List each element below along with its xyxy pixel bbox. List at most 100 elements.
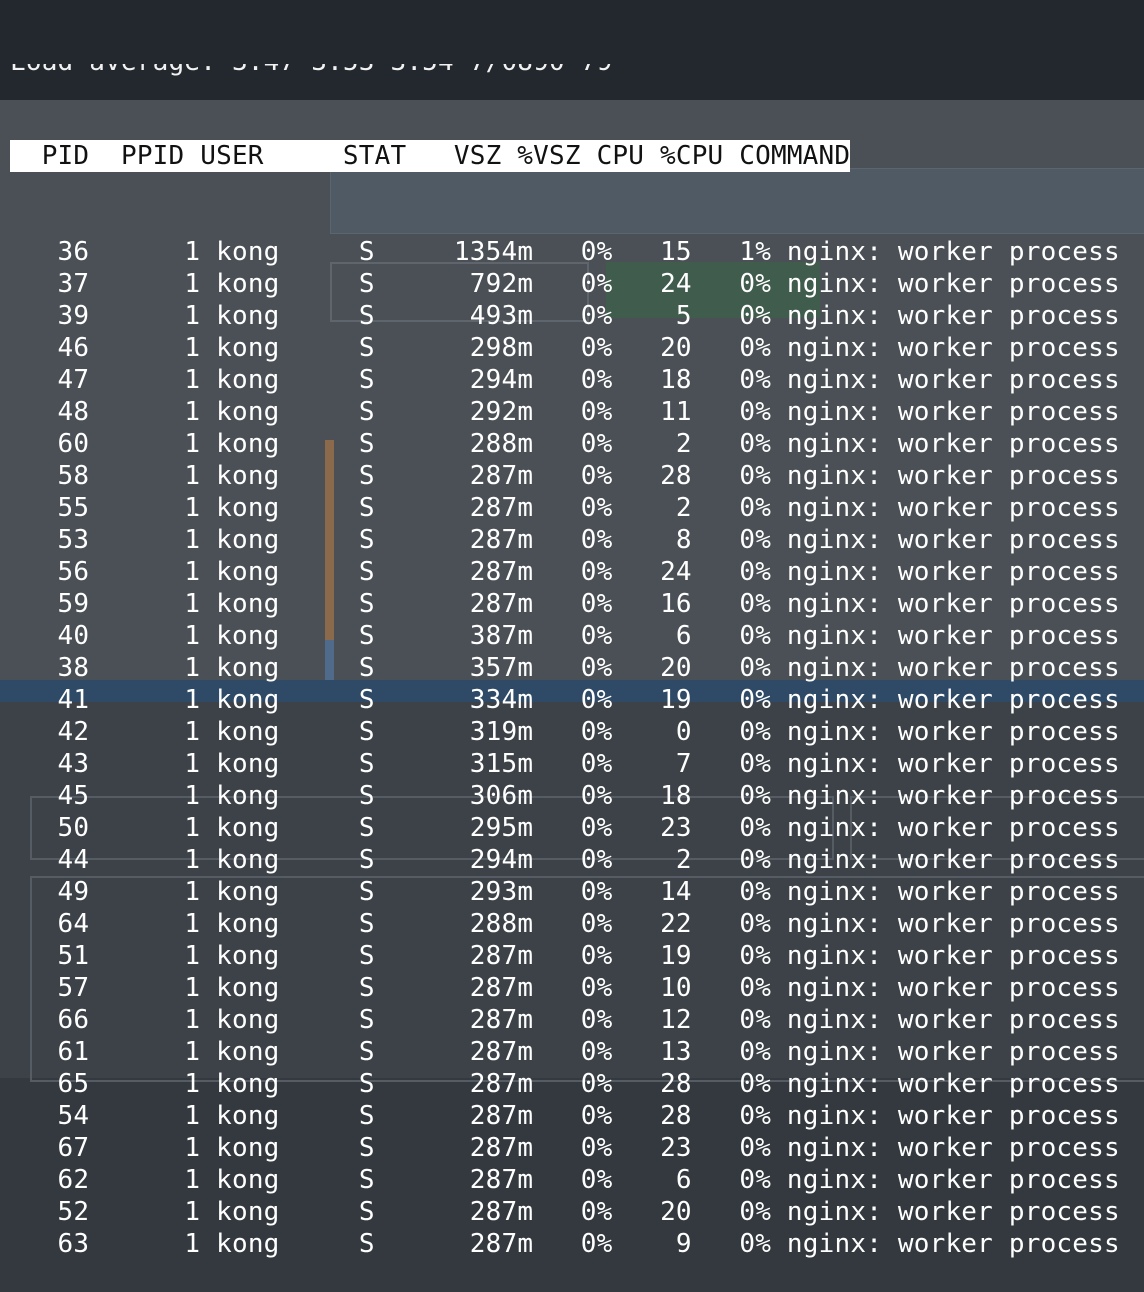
process-pcpu: 0% [707, 941, 772, 971]
process-pid: 66 [10, 1005, 90, 1035]
process-cpu: 28 [628, 1069, 692, 1099]
process-vsz: 287m [438, 525, 534, 555]
process-pid: 65 [10, 1069, 90, 1099]
process-user: kong [216, 1101, 343, 1131]
process-ppid: 1 [105, 1197, 201, 1227]
process-row: 44 1 kong S 294m 0% 2 0% nginx: worker p… [10, 844, 1144, 876]
process-pid: 40 [10, 621, 90, 651]
process-stat: S [358, 941, 423, 971]
process-user: kong [216, 1133, 343, 1163]
process-row: 38 1 kong S 357m 0% 20 0% nginx: worker … [10, 652, 1144, 684]
process-pvsz: 0% [549, 653, 613, 683]
process-pid: 51 [10, 941, 90, 971]
process-cpu: 20 [628, 1197, 692, 1227]
process-vsz: 287m [438, 1005, 534, 1035]
process-command: nginx: worker process [786, 557, 1120, 587]
process-user: kong [216, 493, 343, 523]
process-row: 46 1 kong S 298m 0% 20 0% nginx: worker … [10, 332, 1144, 364]
process-cpu: 8 [628, 525, 692, 555]
process-pcpu: 0% [707, 717, 772, 747]
process-pvsz: 0% [549, 1101, 613, 1131]
process-table-header: PID PPID USER STAT VSZ %VSZ CPU %CPU COM… [10, 140, 851, 172]
process-stat: S [358, 429, 423, 459]
process-pcpu: 0% [707, 1229, 772, 1259]
process-user: kong [216, 397, 343, 427]
process-row: 43 1 kong S 315m 0% 7 0% nginx: worker p… [10, 748, 1144, 780]
process-pvsz: 0% [549, 397, 613, 427]
process-pvsz: 0% [549, 301, 613, 331]
process-ppid: 1 [105, 301, 201, 331]
process-pid: 44 [10, 845, 90, 875]
process-pcpu: 0% [707, 781, 772, 811]
process-user: kong [216, 1069, 343, 1099]
process-stat: S [358, 973, 423, 1003]
process-row: 62 1 kong S 287m 0% 6 0% nginx: worker p… [10, 1164, 1144, 1196]
process-cpu: 7 [628, 749, 692, 779]
process-command: nginx: worker process [786, 1229, 1120, 1259]
process-cpu: 10 [628, 973, 692, 1003]
process-stat: S [358, 557, 423, 587]
process-stat: S [358, 1229, 423, 1259]
process-vsz: 334m [438, 685, 534, 715]
process-pid: 59 [10, 589, 90, 619]
process-ppid: 1 [105, 1133, 201, 1163]
process-ppid: 1 [105, 877, 201, 907]
process-row: 57 1 kong S 287m 0% 10 0% nginx: worker … [10, 972, 1144, 1004]
process-pvsz: 0% [549, 589, 613, 619]
process-cpu: 28 [628, 1101, 692, 1131]
process-vsz: 287m [438, 1101, 534, 1131]
process-pid: 42 [10, 717, 90, 747]
process-pvsz: 0% [549, 1165, 613, 1195]
process-command: nginx: worker process [786, 1197, 1120, 1227]
process-row: 60 1 kong S 288m 0% 2 0% nginx: worker p… [10, 428, 1144, 460]
process-pcpu: 0% [707, 589, 772, 619]
process-command: nginx: worker process [786, 781, 1120, 811]
process-pcpu: 0% [707, 365, 772, 395]
process-command: nginx: worker process [786, 845, 1120, 875]
process-ppid: 1 [105, 1165, 201, 1195]
process-stat: S [358, 621, 423, 651]
process-stat: S [358, 1133, 423, 1163]
process-pcpu: 0% [707, 1069, 772, 1099]
process-row: 59 1 kong S 287m 0% 16 0% nginx: worker … [10, 588, 1144, 620]
process-vsz: 287m [438, 589, 534, 619]
process-row: 41 1 kong S 334m 0% 19 0% nginx: worker … [10, 684, 1144, 716]
process-command: nginx: worker process [786, 493, 1120, 523]
process-user: kong [216, 877, 343, 907]
process-pid: 38 [10, 653, 90, 683]
process-pcpu: 0% [707, 877, 772, 907]
process-vsz: 357m [438, 653, 534, 683]
process-user: kong [216, 365, 343, 395]
process-stat: S [358, 365, 423, 395]
process-cpu: 24 [628, 557, 692, 587]
process-vsz: 319m [438, 717, 534, 747]
process-stat: S [358, 1005, 423, 1035]
process-cpu: 6 [628, 621, 692, 651]
process-user: kong [216, 237, 343, 267]
process-pcpu: 0% [707, 1101, 772, 1131]
process-list: 36 1 kong S 1354m 0% 15 1% nginx: worker… [10, 236, 1144, 1260]
process-stat: S [358, 301, 423, 331]
process-row: 49 1 kong S 293m 0% 14 0% nginx: worker … [10, 876, 1144, 908]
process-pvsz: 0% [549, 1005, 613, 1035]
process-command: nginx: worker process [786, 365, 1120, 395]
process-row: 66 1 kong S 287m 0% 12 0% nginx: worker … [10, 1004, 1144, 1036]
process-vsz: 298m [438, 333, 534, 363]
process-cpu: 24 [628, 269, 692, 299]
process-pid: 54 [10, 1101, 90, 1131]
process-stat: S [358, 1165, 423, 1195]
process-cpu: 14 [628, 877, 692, 907]
process-ppid: 1 [105, 1037, 201, 1067]
process-ppid: 1 [105, 237, 201, 267]
process-pid: 49 [10, 877, 90, 907]
process-pcpu: 0% [707, 557, 772, 587]
process-pcpu: 0% [707, 813, 772, 843]
process-stat: S [358, 589, 423, 619]
process-pvsz: 0% [549, 365, 613, 395]
process-row: 40 1 kong S 387m 0% 6 0% nginx: worker p… [10, 620, 1144, 652]
process-command: nginx: worker process [786, 1133, 1120, 1163]
process-stat: S [358, 1101, 423, 1131]
process-ppid: 1 [105, 1229, 201, 1259]
process-pvsz: 0% [549, 973, 613, 1003]
process-pcpu: 0% [707, 1133, 772, 1163]
